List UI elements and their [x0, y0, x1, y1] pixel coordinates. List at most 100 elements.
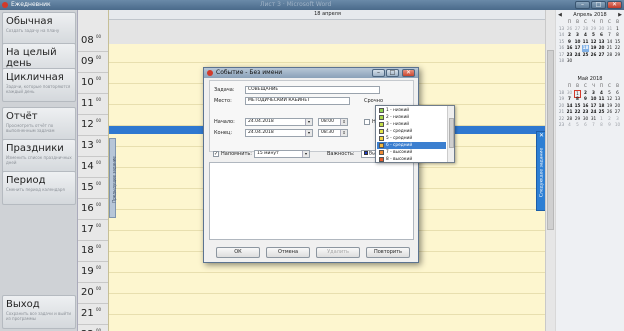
sidebar-item-period[interactable]: Период Сменить период календаря	[2, 171, 76, 205]
minute-label: 00	[96, 244, 102, 249]
close-button[interactable]: ✕	[607, 1, 622, 9]
calendar-panel: ◀ Апрель 2018 ▶ П В С Ч П С В 13 26 27 28 29 30 31 1 14…	[556, 10, 624, 331]
importance-option[interactable]: 2 - низкий	[377, 114, 446, 121]
task-input[interactable]: СОВЕЩАНИЕ	[245, 86, 380, 94]
end-time-input[interactable]: 08:30 ⇕	[318, 129, 348, 137]
hour-row: 20 00	[78, 283, 108, 304]
hour-row: 15 00	[78, 178, 108, 199]
sidebar-item-title: Отчёт	[6, 111, 38, 122]
sidebar-item-desc: Сохранить все задачи и выйти из программ…	[6, 311, 72, 321]
dropdown-scrollbar[interactable]	[447, 106, 454, 162]
minimize-icon: –	[377, 69, 380, 76]
chevron-down-icon[interactable]: ▾	[302, 151, 309, 157]
minimize-button[interactable]: –	[575, 1, 590, 9]
month-grid[interactable]: П В С Ч П С В 18 30 1 2 3 4 5 6 19 7 8 9 10 11 12 13 20 14 15 16 17…	[556, 83, 624, 129]
importance-dropdown-list[interactable]: 1 - низкий 2 - низкий 3 - низкий 4 - средни…	[375, 105, 455, 163]
chevron-down-icon[interactable]: ▾	[305, 119, 312, 125]
importance-option[interactable]: 4 - средний	[377, 128, 446, 135]
cancel-button[interactable]: Отмена	[266, 247, 310, 258]
maximize-button[interactable]: □	[591, 1, 606, 9]
importance-option[interactable]: 1 - низкий	[377, 107, 446, 114]
spinner-icon[interactable]: ⇕	[340, 119, 347, 125]
dialog-titlebar[interactable]: Событие - Без имени – □ ✕	[204, 68, 418, 78]
month-title: Апрель 2018	[573, 12, 607, 18]
sidebar-item-desc: Создать задачу на плану	[6, 28, 60, 33]
calendar-day[interactable]: 10	[614, 122, 621, 129]
sidebar-item-regular[interactable]: Обычная Создать задачу на плану	[2, 12, 76, 46]
calendar-day[interactable]: 6	[582, 122, 589, 129]
minimize-icon: –	[581, 1, 584, 8]
chevron-down-icon[interactable]: ▾	[305, 130, 312, 136]
hour-label: 12	[81, 119, 94, 130]
sidebar-item-cyclic[interactable]: Цикличная Задачи, которые повторяются ка…	[2, 68, 76, 102]
hour-row: 09 00	[78, 52, 108, 73]
start-label: Начало:	[214, 119, 235, 125]
end-label: Конец:	[214, 130, 233, 136]
calendar-day[interactable]: 4	[566, 122, 573, 129]
minute-label: 00	[96, 181, 102, 186]
dialog-minimize-button[interactable]: –	[372, 69, 385, 77]
sidebar: Обычная Создать задачу на плану На целый…	[0, 10, 78, 331]
app-logo-icon	[2, 2, 8, 8]
hour-label: 09	[81, 56, 94, 67]
sidebar-item-exit[interactable]: Выход Сохранить все задачи и выйти из пр…	[2, 295, 76, 329]
sidebar-item-title: Обычная	[6, 16, 53, 27]
notes-textarea[interactable]	[209, 162, 414, 240]
remind-checkbox[interactable]: ✓	[213, 151, 219, 157]
importance-option[interactable]: 6 - средний	[377, 142, 446, 149]
importance-option[interactable]: 8 - высокий	[377, 156, 446, 163]
importance-option-label: 2 - низкий	[386, 115, 410, 120]
hour-row: 18 00	[78, 241, 108, 262]
sidebar-item-desc: Просмотреть отчёт по выполненным задачам	[6, 123, 55, 133]
scrollbar-thumb[interactable]	[547, 50, 554, 230]
calendar-day[interactable]: 9	[606, 122, 613, 129]
hour-row: 13 00	[78, 136, 108, 157]
sidebar-item-desc: Задачи, которые повторяются каждый день	[6, 84, 71, 94]
week-number: 23	[558, 122, 565, 127]
repeat-button[interactable]: Повторить	[366, 247, 410, 258]
dialog-close-button[interactable]: ✕	[402, 69, 415, 77]
minute-label: 00	[96, 202, 102, 207]
hour-label: 10	[81, 77, 94, 88]
maximize-icon: □	[595, 1, 602, 8]
hour-row: 21 00	[78, 304, 108, 325]
month-grid[interactable]: П В С Ч П С В 13 26 27 28 29 30 31 1 14 2 3 4 5 6 7 8 15 9 10 11 12…	[556, 19, 624, 65]
dialog-maximize-button[interactable]: □	[386, 69, 399, 77]
hour-label: 21	[81, 308, 94, 319]
hour-label: 17	[81, 224, 94, 235]
place-label: Место:	[214, 98, 232, 104]
calendar-day[interactable]: 8	[598, 122, 605, 129]
end-date-value: 24.04.2018	[248, 130, 274, 135]
importance-option-label: 5 - средний	[386, 136, 413, 141]
previous-task-tab[interactable]: Предыдущее задание	[109, 138, 117, 218]
allday-checkbox[interactable]	[364, 119, 370, 125]
importance-option[interactable]: 3 - низкий	[377, 121, 446, 128]
remind-select[interactable]: 15 минут ▾	[254, 150, 310, 158]
ok-button[interactable]: ОК	[216, 247, 260, 258]
scrollbar-thumb[interactable]	[449, 118, 454, 148]
maximize-icon: □	[389, 69, 396, 76]
calendar-day[interactable]: 7	[590, 122, 597, 129]
hour-row: 10 00	[78, 73, 108, 94]
importance-color-swatch	[379, 122, 384, 127]
importance-option[interactable]: 5 - средний	[377, 135, 446, 142]
sidebar-item-report[interactable]: Отчёт Просмотреть отчёт по выполненным з…	[2, 107, 76, 141]
start-date-value: 24.04.2018	[248, 119, 274, 124]
calendar-day[interactable]: 30	[566, 58, 573, 65]
place-input[interactable]: МЕТОДИЧЕСКИЙ КАБИНЕТ	[245, 97, 350, 105]
importance-option[interactable]: 7 - высокий	[377, 149, 446, 156]
day-scrollbar[interactable]	[545, 10, 555, 331]
spinner-icon[interactable]: ⇕	[340, 130, 347, 136]
sidebar-item-holidays[interactable]: Праздники Изменить список праздничных дн…	[2, 139, 76, 173]
next-month-icon[interactable]: ▶	[618, 12, 622, 19]
delete-button[interactable]: Удалить	[316, 247, 360, 258]
sidebar-item-title: На целый день	[6, 47, 57, 69]
calendar-day[interactable]: 5	[574, 122, 581, 129]
end-date-picker[interactable]: 24.04.2018 ▾	[245, 129, 313, 137]
start-time-input[interactable]: 08:00 ⇕	[318, 118, 348, 126]
start-date-picker[interactable]: 24.04.2018 ▾	[245, 118, 313, 126]
prev-month-icon[interactable]: ◀	[558, 12, 562, 19]
hour-row: 14 00	[78, 157, 108, 178]
may-calendar: Май 2018 П В С Ч П С В 18 30 1 2 3 4 5 6 19 7 8 9 10 11 12 13 2…	[556, 76, 624, 129]
remind-label: Напомнить:	[221, 151, 252, 157]
